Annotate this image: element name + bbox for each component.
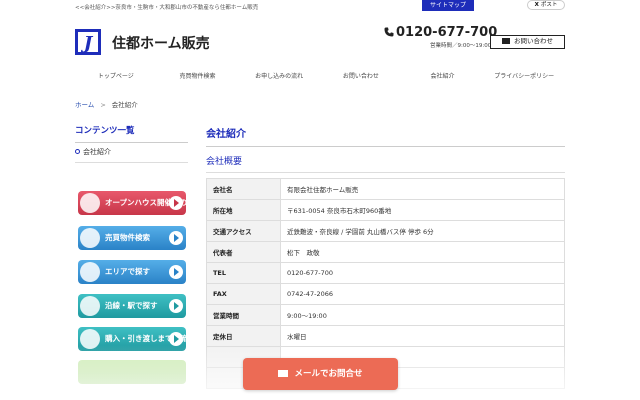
x-post-button[interactable]: X ポスト xyxy=(527,0,565,10)
nav-contact[interactable]: お問い合わせ xyxy=(320,70,402,84)
business-hours: 営業時間／9:00～19:00 xyxy=(430,43,492,49)
sitemap-button[interactable]: サイトマップ xyxy=(422,0,474,11)
banner-line-search[interactable]: 沿線・駅で探す xyxy=(78,294,186,318)
company-logo-icon[interactable]: J xyxy=(75,29,101,55)
table-row: 所在地 〒631-0054 奈良市石木町960番地 xyxy=(206,199,565,221)
mail-inquiry-button[interactable]: メールでお問合せ xyxy=(243,358,398,390)
global-nav: トップページ 売買物件検索 お申し込みの流れ お問い合わせ 会社紹介 プライバシ… xyxy=(75,70,565,84)
arrow-right-icon xyxy=(169,231,183,245)
mail-icon xyxy=(502,38,510,44)
phone-number[interactable]: 0120-677-700 xyxy=(384,25,497,40)
envelope-icon xyxy=(278,370,289,377)
banner-open-house[interactable]: オープンハウス開催中の物件 xyxy=(78,191,186,215)
train-icon xyxy=(80,296,100,316)
section-title: 会社概要 xyxy=(206,154,565,173)
nav-privacy[interactable]: プライバシーポリシー xyxy=(483,70,565,84)
arrow-right-icon xyxy=(169,196,183,210)
nav-top[interactable]: トップページ xyxy=(75,70,157,84)
nav-search[interactable]: 売買物件検索 xyxy=(157,70,239,84)
table-row: TEL 0120-677-700 xyxy=(206,262,565,284)
phone-icon xyxy=(384,27,394,37)
breadcrumb: ホーム > 会社紹介 xyxy=(75,99,138,109)
sidebar-title: コンテンツ一覧 xyxy=(75,124,188,143)
map-icon xyxy=(80,262,100,282)
nav-flow[interactable]: お申し込みの流れ xyxy=(238,70,320,84)
x-icon: X xyxy=(534,2,539,8)
table-row: 代表者 松下 政敬 xyxy=(206,241,565,263)
bullet-icon xyxy=(75,149,80,154)
table-row: 定休日 水曜日 xyxy=(206,325,565,347)
arrow-right-icon xyxy=(169,332,183,346)
banner-property-search[interactable]: 売買物件検索 xyxy=(78,226,186,250)
magnifier-icon xyxy=(80,228,100,248)
house-icon xyxy=(80,193,100,213)
top-breadcrumb: <<会社紹介>>奈良市・生駒市・大和郡山市の不動産なら住都ホーム販売 xyxy=(75,5,259,11)
top-bar: <<会社紹介>>奈良市・生駒市・大和郡山市の不動産なら住都ホーム販売 サイトマッ… xyxy=(0,0,640,14)
breadcrumb-home[interactable]: ホーム xyxy=(75,101,94,109)
arrow-right-icon xyxy=(169,265,183,279)
sidebar-item-company[interactable]: 会社紹介 xyxy=(75,147,188,163)
breadcrumb-current: 会社紹介 xyxy=(111,101,138,109)
arrow-right-icon xyxy=(169,299,183,313)
banner-area-search[interactable]: エリアで探す xyxy=(78,260,186,284)
table-row: FAX 0742-47-2066 xyxy=(206,283,565,305)
page-title: 会社紹介 xyxy=(206,125,565,147)
nav-company[interactable]: 会社紹介 xyxy=(402,70,484,84)
table-row: 営業時間 9:00～19:00 xyxy=(206,304,565,326)
table-row: 交通アクセス 近鉄難波・奈良線 / 学園前 丸山橋バス停 停歩 6分 xyxy=(206,220,565,242)
contact-button[interactable]: お問い合わせ xyxy=(490,35,565,49)
site-header: J 住都ホーム販売 0120-677-700 営業時間／9:00～19:00 お… xyxy=(0,22,640,62)
table-row: 会社名 有限会社住都ホーム販売 xyxy=(206,178,565,200)
breadcrumb-separator: > xyxy=(100,101,106,109)
brand-name[interactable]: 住都ホーム販売 xyxy=(112,33,210,53)
